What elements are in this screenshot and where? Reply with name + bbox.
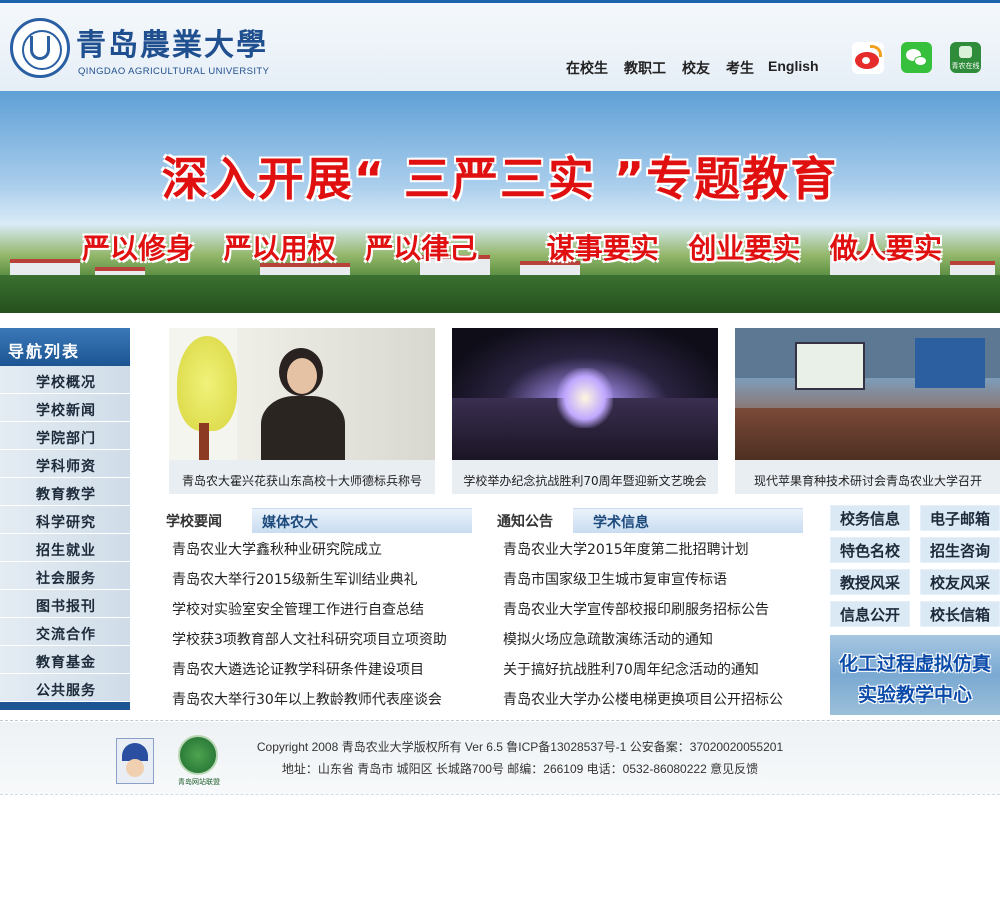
sidebar-item-news[interactable]: 学校新闻 [0, 394, 130, 422]
news-link[interactable]: 青岛农大举行2015级新生军训结业典礼 [166, 569, 472, 599]
banner-slogan: 创业要实 [688, 232, 801, 265]
quick-link-professors[interactable]: 教授风采 [830, 569, 910, 595]
university-logo[interactable]: 青岛農業大學 QINGDAO AGRICULTURAL UNIVERSITY [10, 18, 269, 80]
logo-english-name: QINGDAO AGRICULTURAL UNIVERSITY [78, 66, 270, 77]
photo-image[interactable] [452, 328, 718, 460]
banner-slogan: 严以用权 [223, 232, 336, 265]
tab-notices[interactable]: 通知公告 [497, 508, 567, 533]
news-tabs: 学校要闻 媒体农大 [166, 505, 472, 533]
emblem-icon [10, 18, 70, 78]
police-badge-icon[interactable] [116, 738, 154, 784]
news-link[interactable]: 青岛农业大学鑫秋种业研究院成立 [166, 539, 472, 569]
quick-link-featured[interactable]: 特色名校 [830, 537, 910, 563]
news-link[interactable]: 学校获3项教育部人文社科研究项目立项资助 [166, 629, 472, 659]
notice-link[interactable]: 青岛农业大学办公楼电梯更换项目公开招标公 [497, 689, 803, 719]
sidebar-item-faculty[interactable]: 学科师资 [0, 450, 130, 478]
sidebar-item-foundation[interactable]: 教育基金 [0, 646, 130, 674]
sidebar-item-public[interactable]: 公共服务 [0, 674, 130, 702]
sidebar-item-research[interactable]: 科学研究 [0, 506, 130, 534]
tab-media-news[interactable]: 媒体农大 [252, 508, 472, 533]
banner-slogan: 做人要实 [829, 232, 942, 265]
weibo-icon[interactable] [852, 42, 884, 74]
sidebar-item-overview[interactable]: 学校概况 [0, 366, 130, 394]
app-icon-label: 青农在线 [951, 62, 980, 70]
photo-image[interactable] [735, 328, 1000, 460]
logo-chinese-name: 青岛農業大學 [76, 28, 268, 63]
website-union-icon[interactable]: 青岛网站联盟 [174, 735, 222, 787]
footer-bottom-divider [0, 794, 1000, 795]
nav-staff[interactable]: 教职工 [624, 58, 666, 80]
promo-line1: 化工过程虚拟仿真 [838, 653, 991, 675]
photo-image[interactable] [169, 328, 435, 460]
banner-slogans: 严以修身 严以用权 严以律己 谋事要实 创业要实 做人要实 [82, 227, 942, 267]
banner[interactable]: 深入开展“ 三严三实 ”专题教育 严以修身 严以用权 严以律己 谋事要实 创业要… [0, 91, 1000, 313]
banner-slogan: 严以修身 [82, 232, 195, 265]
promo-banner[interactable]: 化工过程虚拟仿真 实验教学中心 [830, 635, 1000, 715]
notice-list: 青岛农业大学2015年度第二批招聘计划 青岛市国家级卫生城市复审宣传标语 青岛农… [497, 539, 803, 719]
notice-link[interactable]: 青岛农业大学2015年度第二批招聘计划 [497, 539, 803, 569]
tab-school-news[interactable]: 学校要闻 [166, 508, 236, 533]
sidebar-heading: 导航列表 [0, 328, 130, 366]
sidebar-item-admissions[interactable]: 招生就业 [0, 534, 130, 562]
website-union-label: 青岛网站联盟 [178, 778, 220, 786]
news-link[interactable]: 学校对实验室安全管理工作进行自查总结 [166, 599, 472, 629]
nav-alumni[interactable]: 校友 [682, 58, 710, 80]
address-text: 地址：山东省 青岛市 城阳区 长城路700号 邮编：266109 电话：0532… [281, 762, 759, 776]
sidebar-footer-bar [0, 702, 130, 710]
photo-card[interactable]: 学校举办纪念抗战胜利70周年暨迎新文艺晚会 [452, 328, 718, 494]
news-link[interactable]: 青岛农大举行30年以上教龄教师代表座谈会 [166, 689, 472, 719]
quick-link-president-mailbox[interactable]: 校长信箱 [920, 601, 1000, 627]
photo-card[interactable]: 青岛农大霍兴花获山东高校十大师德标兵称号 [169, 328, 435, 494]
copyright-text: Copyright 2008 青岛农业大学版权所有 Ver 6.5 鲁ICP备1… [256, 740, 784, 754]
banner-slogan: 谋事要实 [546, 232, 659, 265]
notice-link[interactable]: 青岛农业大学宣传部校报印刷服务招标公告 [497, 599, 803, 629]
banner-title: 深入开展“ 三严三实 ”专题教育 [161, 152, 839, 206]
news-panel: 学校要闻 媒体农大 青岛农业大学鑫秋种业研究院成立 青岛农大举行2015级新生军… [166, 505, 472, 719]
app-icon[interactable]: 青农在线 [950, 42, 981, 73]
nav-students[interactable]: 在校生 [566, 58, 608, 80]
notice-link[interactable]: 模拟火场应急疏散演练活动的通知 [497, 629, 803, 659]
nav-applicants[interactable]: 考生 [726, 58, 754, 80]
photo-caption[interactable]: 青岛农大霍兴花获山东高校十大师德标兵称号 [169, 460, 435, 494]
footer-divider [0, 720, 1000, 721]
quick-link-admissions[interactable]: 招生咨询 [920, 537, 1000, 563]
sidebar-item-library[interactable]: 图书报刊 [0, 590, 130, 618]
quick-link-alumni[interactable]: 校友风采 [920, 569, 1000, 595]
sidebar-nav: 导航列表 学校概况 学校新闻 学院部门 学科师资 教育教学 科学研究 招生就业 … [0, 328, 130, 712]
news-list: 青岛农业大学鑫秋种业研究院成立 青岛农大举行2015级新生军训结业典礼 学校对实… [166, 539, 472, 719]
top-nav: 在校生 教职工 校友 考生 English [558, 58, 827, 80]
sidebar-item-education[interactable]: 教育教学 [0, 478, 130, 506]
photo-caption[interactable]: 现代苹果育种技术研讨会青岛农业大学召开 [735, 460, 1000, 494]
banner-slogan: 严以律己 [365, 232, 478, 265]
tab-academic-info[interactable]: 学术信息 [573, 508, 803, 533]
notice-link[interactable]: 关于搞好抗战胜利70周年纪念活动的通知 [497, 659, 803, 689]
wechat-icon[interactable] [901, 42, 932, 73]
notice-tabs: 通知公告 学术信息 [497, 505, 803, 533]
photo-card[interactable]: 现代苹果育种技术研讨会青岛农业大学召开 [735, 328, 1000, 494]
news-link[interactable]: 青岛农大遴选论证教学科研条件建设项目 [166, 659, 472, 689]
quick-link-affairs[interactable]: 校务信息 [830, 505, 910, 531]
sidebar-item-exchange[interactable]: 交流合作 [0, 618, 130, 646]
sidebar-item-departments[interactable]: 学院部门 [0, 422, 130, 450]
notice-panel: 通知公告 学术信息 青岛农业大学2015年度第二批招聘计划 青岛市国家级卫生城市… [497, 505, 803, 719]
photo-caption[interactable]: 学校举办纪念抗战胜利70周年暨迎新文艺晚会 [452, 460, 718, 494]
sidebar-item-services[interactable]: 社会服务 [0, 562, 130, 590]
nav-english[interactable]: English [768, 58, 819, 80]
promo-line2: 实验教学中心 [857, 684, 972, 706]
quick-link-disclosure[interactable]: 信息公开 [830, 601, 910, 627]
notice-link[interactable]: 青岛市国家级卫生城市复审宣传标语 [497, 569, 803, 599]
quick-link-email[interactable]: 电子邮箱 [920, 505, 1000, 531]
